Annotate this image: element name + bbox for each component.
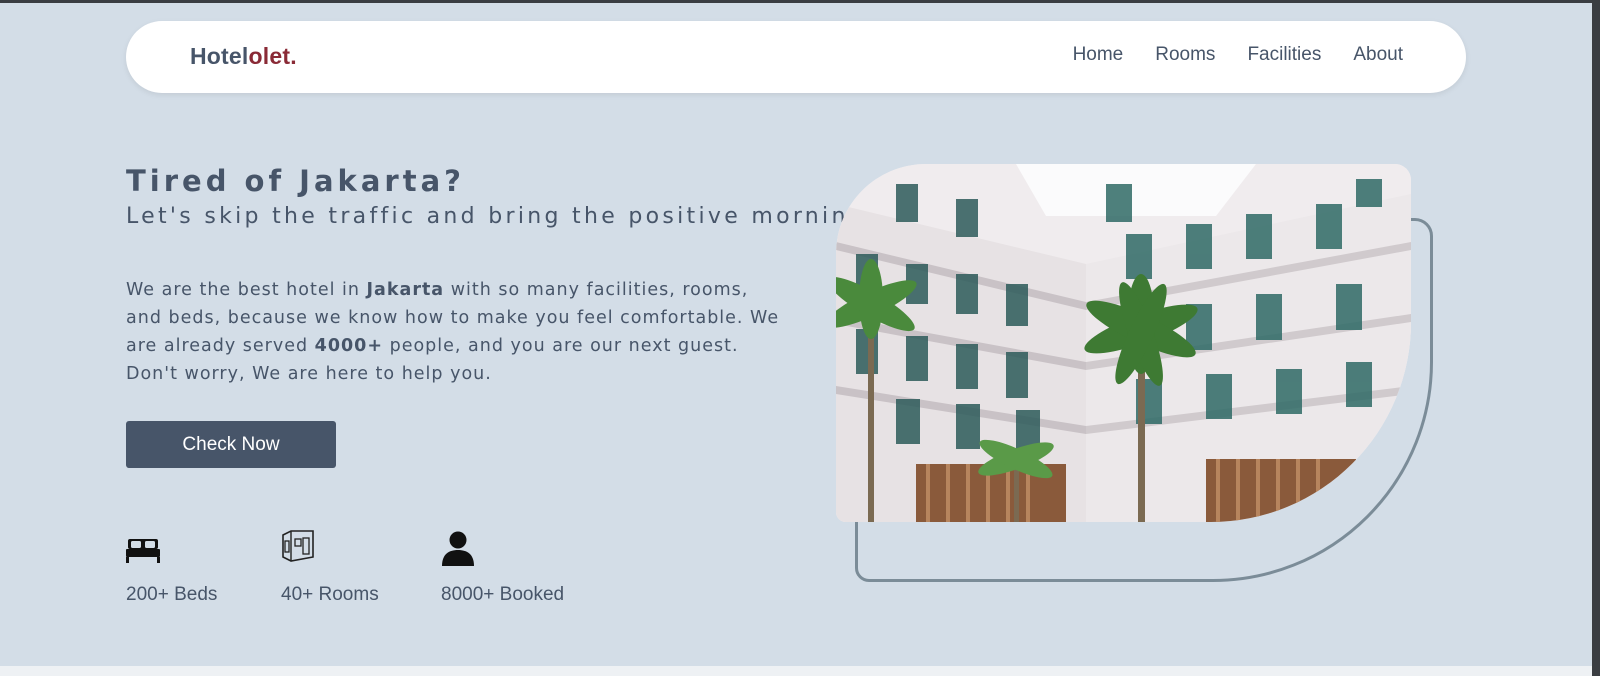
stat-rooms: 40+ Rooms [281, 530, 379, 606]
bed-icon [126, 539, 160, 563]
check-now-button[interactable]: Check Now [126, 421, 336, 468]
window-scrollbar-track [1592, 0, 1600, 676]
hero-title: Tired of Jakarta? [126, 164, 465, 198]
logo[interactable]: Hotelolet. [190, 43, 297, 70]
stat-beds-label: 200+ Beds [126, 584, 218, 605]
stat-rooms-label: 40+ Rooms [281, 584, 379, 605]
stat-booked-label: 8000+ Booked [441, 584, 565, 605]
person-icon [442, 531, 474, 566]
logo-text-part1: Hotel [190, 43, 249, 69]
next-section-edge [0, 666, 1592, 676]
navbar: Hotelolet. Home Rooms Facilities About [126, 21, 1466, 93]
nav-link-home[interactable]: Home [1073, 44, 1124, 66]
stat-booked: 8000+ Booked [441, 530, 564, 606]
nav-link-facilities[interactable]: Facilities [1247, 44, 1321, 66]
logo-text-part2: olet. [248, 43, 297, 69]
hotel-image [836, 164, 1411, 522]
nav-links: Home Rooms Facilities About [1073, 44, 1403, 66]
window-top-border [0, 0, 1600, 3]
nav-link-rooms[interactable]: Rooms [1155, 44, 1215, 66]
desc-part-1: We are the best hotel in [126, 280, 367, 300]
nav-link-about[interactable]: About [1353, 44, 1403, 66]
stat-beds: 200+ Beds [126, 530, 217, 606]
room-icon [282, 530, 314, 562]
hotel-illustration [836, 164, 1411, 522]
hero-description: We are the best hotel in Jakarta with so… [126, 276, 786, 388]
hero-subtitle: Let's skip the traffic and bring the pos… [126, 204, 866, 229]
desc-bold-count: 4000+ [314, 336, 384, 356]
desc-bold-city: Jakarta [366, 280, 445, 300]
